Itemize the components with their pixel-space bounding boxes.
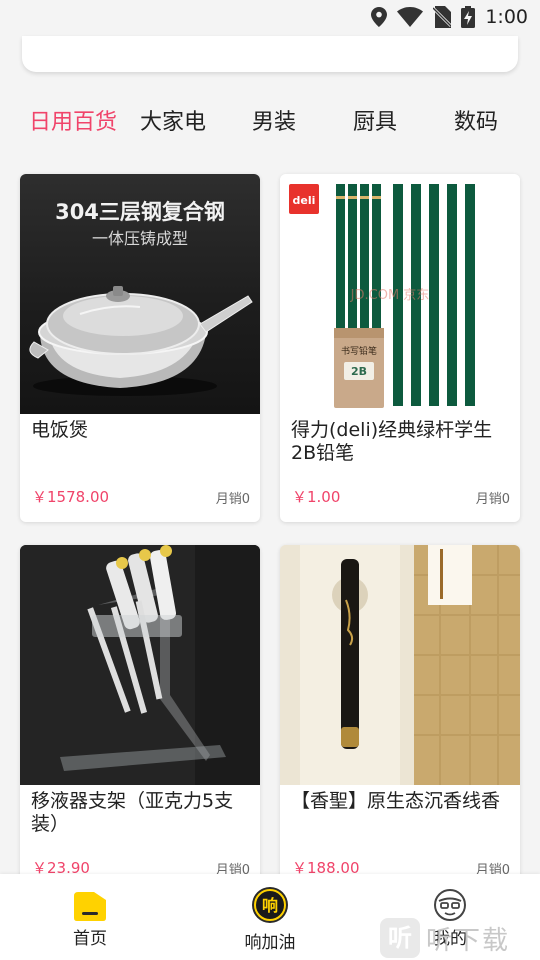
- nav-label-home: 首页: [73, 929, 107, 949]
- product-title: 【香聖】原生态沉香线香: [291, 790, 501, 812]
- image-subline: 一体压铸成型: [92, 229, 188, 248]
- watermark: 听 听下载: [380, 916, 510, 960]
- product-title: 得力(deli)经典绿杆学生2B铅笔: [291, 419, 493, 464]
- incense-tube: [341, 559, 359, 749]
- product-image: [280, 545, 520, 785]
- product-image: deli 书写铅笔 2B JD.COM 京东: [280, 174, 520, 414]
- nav-label-fuel: 响加油: [244, 933, 296, 953]
- product-card[interactable]: deli 书写铅笔 2B JD.COM 京东 得力(deli)经典绿杆学生2B铅…: [280, 174, 520, 522]
- pencil-grade: 2B: [351, 365, 367, 378]
- product-image: [20, 545, 260, 785]
- tab-kitchenware[interactable]: 厨具: [336, 100, 414, 146]
- watermark-text: 听下载: [426, 925, 511, 956]
- product-price: ￥1.00: [292, 488, 341, 506]
- status-time: 1:00: [485, 6, 528, 28]
- product-sales: 月销0: [475, 492, 510, 507]
- fuel-badge: 响: [262, 896, 278, 915]
- nav-item-home[interactable]: 首页: [30, 874, 150, 960]
- nav-item-fuel[interactable]: 响 响加油: [210, 874, 330, 960]
- wifi-icon: [397, 7, 424, 27]
- incense-illustration: [280, 545, 520, 785]
- product-title: 电饭煲: [31, 419, 89, 441]
- tab-digital[interactable]: 数码: [437, 100, 515, 146]
- no-sim-icon: [433, 6, 452, 28]
- pencils-illustration: deli 书写铅笔 2B JD.COM 京东: [289, 184, 475, 408]
- product-card[interactable]: 移液器支架（亚克力5支装） ￥23.90 月销0: [20, 545, 260, 885]
- watermark-badge: 听: [380, 918, 420, 958]
- status-bar: 1:00: [0, 0, 540, 36]
- jd-watermark: JD.COM 京东: [350, 288, 430, 303]
- category-tabs: 日用百货 大家电 男装 厨具 数码: [0, 100, 540, 146]
- product-price: ￥1578.00: [32, 488, 110, 506]
- box-label: 书写铅笔: [341, 345, 377, 357]
- product-card[interactable]: 304三层钢复合钢 一体压铸成型 电饭煲 ￥1578.00 月销0: [20, 174, 260, 522]
- fuel-icon: 响: [252, 887, 288, 923]
- search-box[interactable]: [22, 36, 518, 72]
- tab-daily-goods[interactable]: 日用百货: [18, 100, 128, 146]
- product-card[interactable]: 【香聖】原生态沉香线香 ￥188.00 月销0: [280, 545, 520, 885]
- pipette-stand-illustration: [20, 545, 260, 785]
- image-headline: 304三层钢复合钢: [55, 200, 225, 224]
- battery-charging-icon: [461, 6, 476, 28]
- product-sales: 月销0: [215, 492, 250, 507]
- product-image: 304三层钢复合钢 一体压铸成型: [20, 174, 260, 414]
- tab-menswear[interactable]: 男装: [235, 100, 313, 146]
- home-icon: [74, 892, 106, 921]
- bottom-nav: 首页 响 响加油 我的 听 听下载: [0, 874, 540, 960]
- status-icons: 1:00: [371, 6, 528, 28]
- product-title: 移液器支架（亚克力5支装）: [31, 790, 234, 835]
- wok-illustration: 304三层钢复合钢 一体压铸成型: [29, 200, 253, 396]
- location-icon: [371, 7, 388, 27]
- tab-home-appliances[interactable]: 大家电: [128, 100, 218, 146]
- brand-label: deli: [293, 194, 316, 207]
